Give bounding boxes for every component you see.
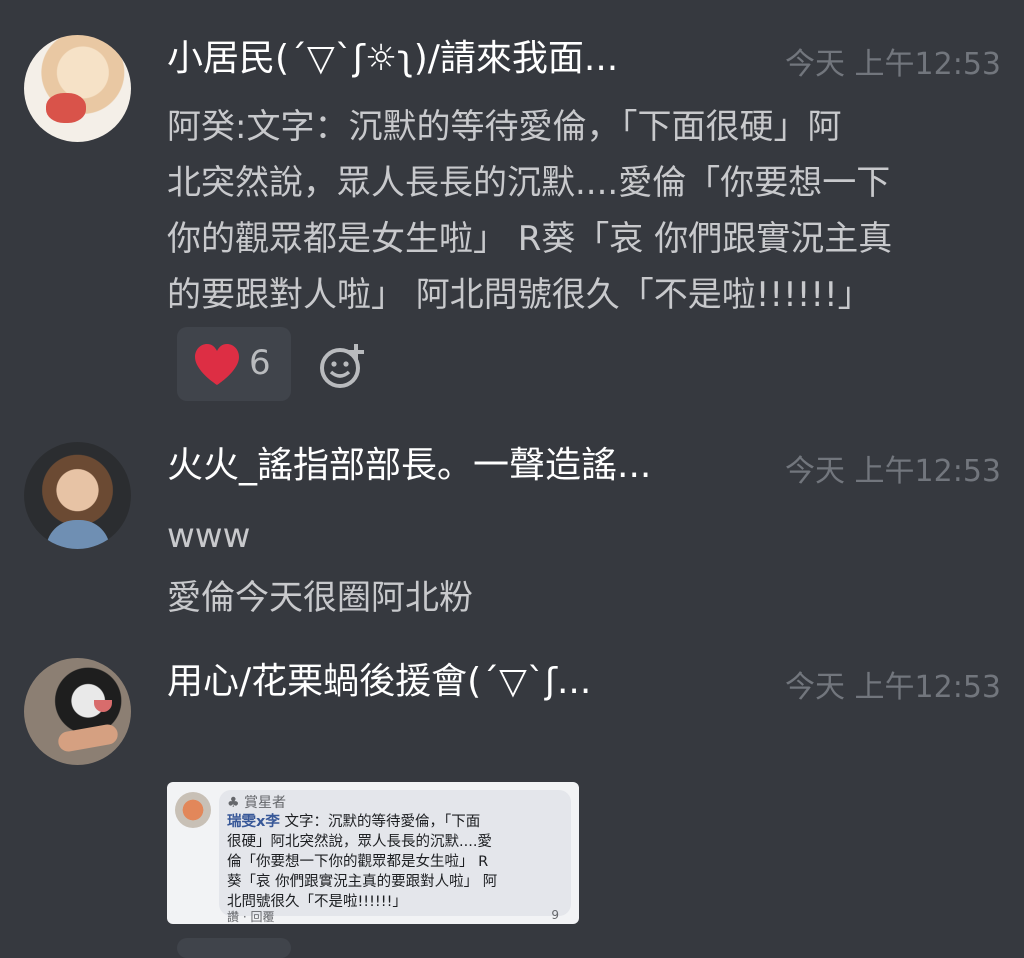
attachment-role: ♣ 賞星者 xyxy=(227,795,287,811)
attachment-reaction-count: 9 xyxy=(551,908,559,922)
author-name[interactable]: 用心/花栗蝸後援會(´▽`ʃ... xyxy=(167,660,591,704)
message-line: 阿癸:文字：沉默的等待愛倫，「下面很硬」阿 xyxy=(167,107,842,147)
attachment-text: 文字：沉默的等待愛倫，「下面 xyxy=(284,814,481,830)
author-name[interactable]: 火火_謠指部部長。一聲造謠... xyxy=(167,444,651,488)
attachment-line: 葵「哀 你們跟實況主真的要跟對人啦」 阿 xyxy=(227,874,498,890)
message-line: 你的觀眾都是女生啦」 R葵「哀 你們跟實況主真 xyxy=(167,219,893,259)
message-text: 阿癸:文字：沉默的等待愛倫，「下面很硬」阿 北突然說，眾人長長的沉默....愛倫… xyxy=(167,99,997,323)
message-line: 愛倫今天很圈阿北粉 xyxy=(167,578,473,618)
message-line: 北突然說，眾人長長的沉默....愛倫「你要想一下 xyxy=(167,163,891,203)
reaction-partial[interactable] xyxy=(177,938,291,958)
add-reaction-icon[interactable] xyxy=(318,340,368,390)
timestamp: 今天 上午12:53 xyxy=(785,47,1001,82)
avatar[interactable] xyxy=(24,35,131,142)
attachment-footer: 讚 · 回覆 xyxy=(227,910,275,924)
author-name[interactable]: 小居民(´▽`ʃ☼ʅ)/請來我面... xyxy=(167,37,618,81)
timestamp: 今天 上午12:53 xyxy=(785,670,1001,705)
avatar[interactable] xyxy=(24,442,131,549)
timestamp: 今天 上午12:53 xyxy=(785,454,1001,489)
attachment-line: 很硬」阿北突然說，眾人長長的沉默....愛 xyxy=(227,834,492,850)
message-line: www xyxy=(167,516,251,556)
image-attachment[interactable]: ♣ 賞星者 瑞雯x李 文字：沉默的等待愛倫，「下面 很硬」阿北突然說，眾人長長的… xyxy=(167,782,579,924)
message-text: www 愛倫今天很圈阿北粉 xyxy=(167,508,997,626)
reaction-count: 6 xyxy=(249,343,271,383)
message-line: 的要跟對人啦」 阿北問號很久「不是啦!!!!!!」 xyxy=(167,275,872,315)
attachment-avatar xyxy=(175,792,211,828)
attachment-line: 倫「你要想一下你的觀眾都是女生啦」 R xyxy=(227,854,489,870)
heart-icon xyxy=(195,344,239,385)
avatar[interactable] xyxy=(24,658,131,765)
reaction-heart[interactable]: 6 xyxy=(177,327,291,401)
attachment-line: 瑞雯x李 文字：沉默的等待愛倫，「下面 xyxy=(227,812,480,832)
attachment-author: 瑞雯x李 xyxy=(227,814,280,830)
